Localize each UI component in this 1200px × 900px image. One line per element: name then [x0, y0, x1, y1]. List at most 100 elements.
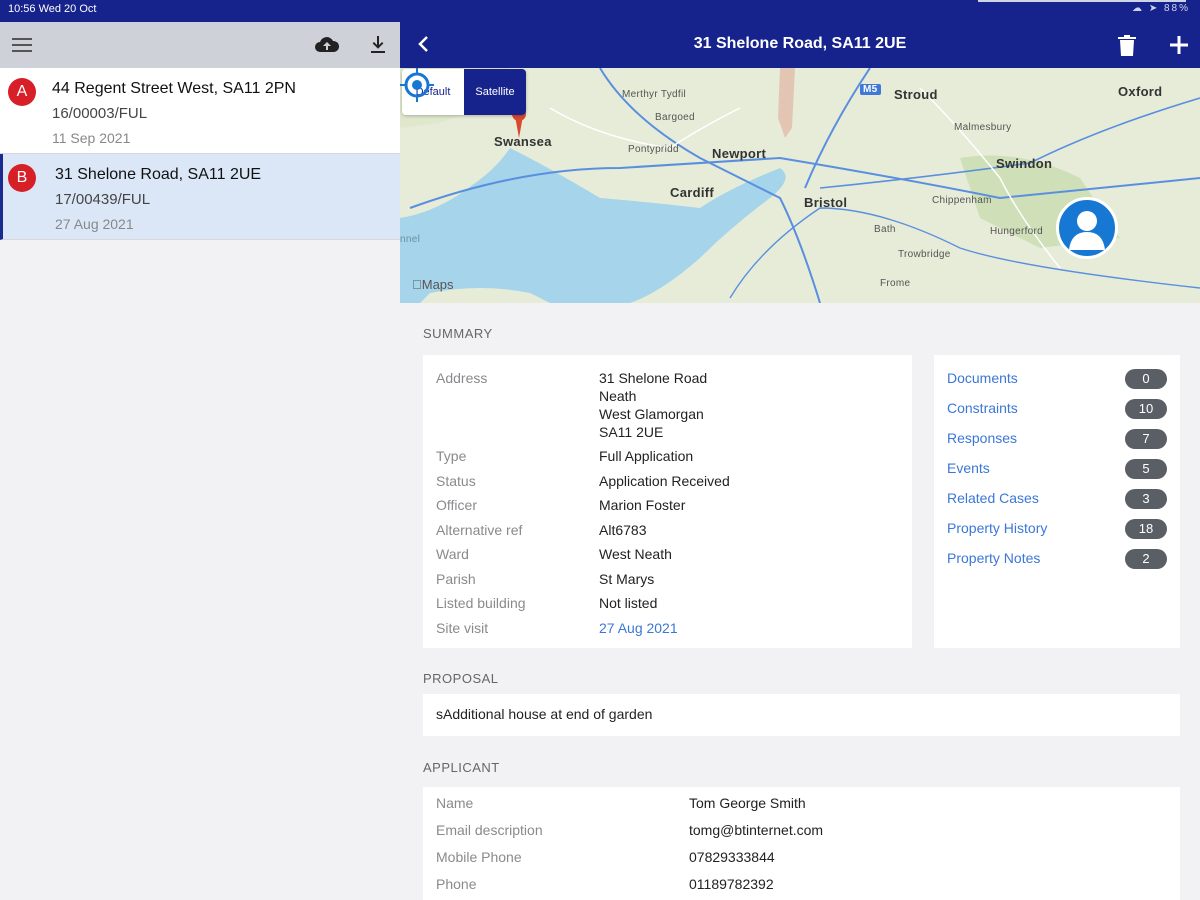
cloud-upload-icon[interactable] — [313, 33, 341, 57]
download-icon[interactable] — [366, 33, 390, 57]
map-label-cardiff: Cardiff — [670, 185, 714, 200]
map-label-hungerford: Hungerford — [990, 226, 1044, 237]
summary-label: Site visit — [436, 620, 489, 636]
map-label-frome: Frome — [880, 278, 911, 289]
applicant-card: Name Tom George Smith Email description … — [423, 787, 1180, 900]
map-label-pontypridd: Pontypridd — [628, 144, 679, 155]
add-plus-icon[interactable] — [1167, 33, 1191, 57]
summary-address-line: West Glamorgan — [599, 406, 704, 422]
applicant-label: Name — [436, 795, 474, 811]
summary-label: Type — [436, 448, 467, 464]
events-link[interactable]: Events 5 — [947, 458, 1167, 480]
count-badge: 7 — [1125, 429, 1167, 449]
summary-value: Marion Foster — [599, 497, 686, 513]
map-label-trowbridge: Trowbridge — [898, 249, 951, 260]
link-label: Constraints — [947, 400, 1018, 416]
menu-icon[interactable] — [10, 33, 34, 57]
applicant-value: Tom George Smith — [689, 795, 806, 811]
map-label-oxford: Oxford — [1118, 84, 1163, 99]
detail-content: SUMMARY Address 31 Shelone Road Neath We… — [400, 303, 1200, 900]
summary-label: Officer — [436, 497, 477, 513]
applicant-details: Name Tom George Smith Email description … — [436, 795, 1176, 899]
map-label-newport: Newport — [712, 146, 767, 161]
status-icons: ☁ ➤ 88% — [1132, 3, 1190, 14]
summary-label: Alternative ref — [436, 522, 523, 538]
count-badge: 5 — [1125, 459, 1167, 479]
case-address: 31 Shelone Road, SA11 2UE — [55, 166, 262, 183]
case-marker-badge: A — [8, 78, 36, 106]
applicant-heading: APPLICANT — [423, 760, 500, 775]
summary-label: Address — [436, 370, 488, 386]
map-label-bargoed: Bargoed — [655, 112, 695, 123]
proposal-card: sAdditional house at end of garden — [423, 694, 1180, 736]
map-label-bath: Bath — [874, 224, 896, 235]
map-road-sign-m5: M5 — [860, 84, 881, 95]
summary-label: Ward — [436, 546, 469, 562]
case-list-item-selected[interactable]: B 31 Shelone Road, SA11 2UE 17/00439/FUL… — [0, 154, 400, 240]
related-links-card: Documents 0 Constraints 10 Responses 7 E… — [934, 355, 1180, 648]
summary-value: West Neath — [599, 546, 672, 562]
case-reference: 17/00439/FUL — [55, 191, 151, 208]
summary-details: Address 31 Shelone Road Neath West Glamo… — [436, 370, 906, 640]
left-toolbar — [0, 22, 400, 68]
case-list-panel: A 44 Regent Street West, SA11 2PN 16/000… — [0, 22, 401, 900]
locate-me-icon[interactable] — [400, 68, 434, 102]
link-label: Documents — [947, 370, 1018, 386]
detail-header: 31 Shelone Road, SA11 2UE — [400, 22, 1200, 68]
count-badge: 3 — [1125, 489, 1167, 509]
status-bar: 10:56 Wed 20 Oct ☁ ➤ 88% — [0, 0, 1200, 22]
summary-label: Status — [436, 473, 476, 489]
link-label: Responses — [947, 430, 1018, 446]
summary-address-line: SA11 2UE — [599, 424, 664, 440]
property-history-link[interactable]: Property History 18 — [947, 518, 1167, 540]
site-visit-date-link[interactable]: 27 Aug 2021 — [599, 620, 678, 636]
related-cases-link[interactable]: Related Cases 3 — [947, 488, 1167, 510]
count-badge: 2 — [1125, 549, 1167, 569]
applicant-label: Email description — [436, 822, 543, 838]
applicant-label: Mobile Phone — [436, 849, 522, 865]
map-label-stroud: Stroud — [894, 87, 938, 102]
applicant-value: 01189782392 — [689, 876, 774, 892]
summary-address-line: 31 Shelone Road — [599, 370, 708, 386]
case-marker-badge: B — [8, 164, 36, 192]
proposal-text: sAdditional house at end of garden — [436, 706, 653, 722]
map-view[interactable]: Swansea Cardiff Newport Bristol Stroud S… — [400, 68, 1200, 303]
link-label: Related Cases — [947, 490, 1039, 506]
page-title: 31 Shelone Road, SA11 2UE — [693, 35, 907, 52]
map-label-chippenham: Chippenham — [932, 195, 992, 206]
case-reference: 16/00003/FUL — [52, 105, 148, 122]
map-label-merthyr: Merthyr Tydfil — [622, 89, 687, 100]
delete-trash-icon[interactable] — [1116, 34, 1138, 58]
count-badge: 0 — [1125, 369, 1167, 389]
summary-card: Address 31 Shelone Road Neath West Glamo… — [423, 355, 912, 648]
map-label-malmesbury: Malmesbury — [954, 122, 1012, 133]
link-label: Events — [947, 460, 990, 476]
count-badge: 18 — [1125, 519, 1167, 539]
case-date: 27 Aug 2021 — [55, 216, 134, 232]
map-label-swansea: Swansea — [494, 134, 552, 149]
count-badge: 10 — [1125, 399, 1167, 419]
user-location-avatar-icon[interactable] — [1056, 197, 1118, 259]
property-notes-link[interactable]: Property Notes 2 — [947, 548, 1167, 570]
summary-address-line: Neath — [599, 388, 637, 404]
applicant-label: Phone — [436, 876, 477, 892]
responses-link[interactable]: Responses 7 — [947, 428, 1167, 450]
proposal-heading: PROPOSAL — [423, 671, 499, 686]
summary-value: Not listed — [599, 595, 658, 611]
status-indicator-line — [978, 0, 1186, 2]
maps-attribution: Maps — [412, 277, 454, 292]
summary-value: St Marys — [599, 571, 655, 587]
map-type-satellite[interactable]: Satellite — [464, 69, 526, 115]
documents-link[interactable]: Documents 0 — [947, 368, 1167, 390]
constraints-link[interactable]: Constraints 10 — [947, 398, 1167, 420]
case-date: 11 Sep 2021 — [52, 130, 131, 146]
map-label-bristol: Bristol — [804, 195, 848, 210]
summary-heading: SUMMARY — [423, 326, 493, 341]
case-address: 44 Regent Street West, SA11 2PN — [52, 80, 296, 97]
summary-value: Application Received — [599, 473, 730, 489]
map-label-swindon: Swindon — [996, 156, 1053, 171]
case-list: A 44 Regent Street West, SA11 2PN 16/000… — [0, 68, 400, 240]
summary-label: Parish — [436, 571, 476, 587]
case-list-item[interactable]: A 44 Regent Street West, SA11 2PN 16/000… — [0, 68, 400, 154]
summary-value: Full Application — [599, 448, 694, 464]
